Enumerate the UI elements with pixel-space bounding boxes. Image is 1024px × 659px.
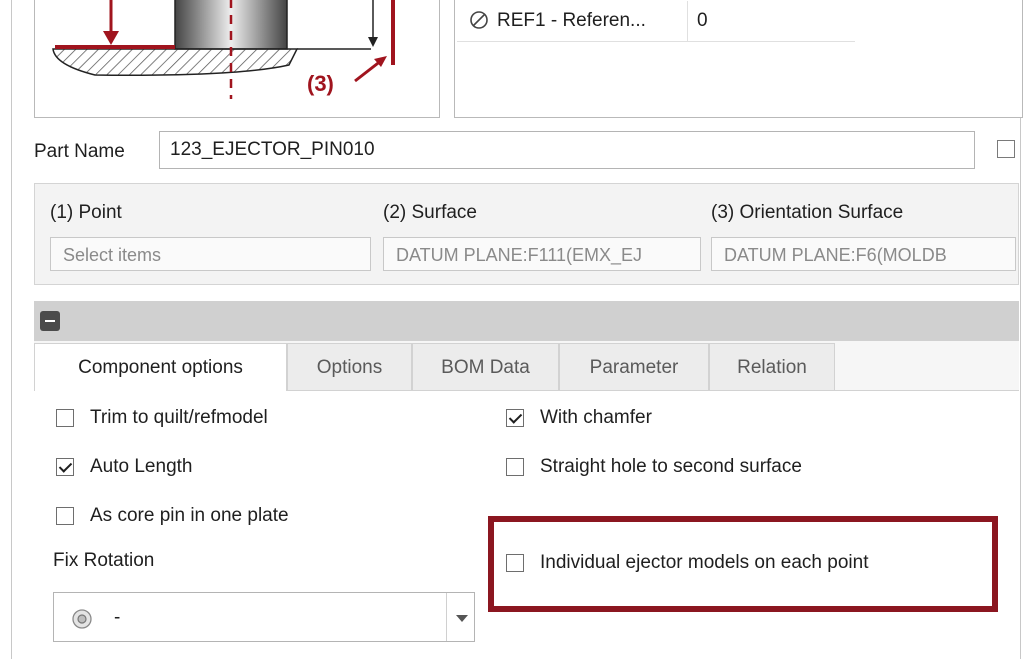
straight-hole-option[interactable]: Straight hole to second surface [506,456,802,478]
point-label: (1) Point [50,202,122,223]
with-chamfer-checkbox[interactable] [506,409,524,427]
tab-bom-data[interactable]: BOM Data [412,343,559,391]
trim-to-quilt-checkbox[interactable] [56,409,74,427]
window-left-border [11,0,12,659]
collapse-icon[interactable] [40,311,60,331]
column-divider [687,1,688,41]
chevron-down-icon[interactable] [456,615,468,622]
core-pin-checkbox[interactable] [56,507,74,525]
auto-length-checkbox[interactable] [56,458,74,476]
tab-relation[interactable]: Relation [709,343,835,391]
tab-parameter[interactable]: Parameter [559,343,709,391]
straight-hole-label: Straight hole to second surface [540,456,802,477]
auto-length-option[interactable]: Auto Length [56,456,192,478]
reference-selection-group: (1) Point (2) Surface (3) Orientation Su… [34,183,1019,285]
core-pin-option[interactable]: As core pin in one plate [56,505,289,527]
surface-collector[interactable]: DATUM PLANE:F111(EMX_EJ [383,237,701,271]
rotation-marker-icon [72,609,92,629]
straight-hole-checkbox[interactable] [506,458,524,476]
tab-component-options[interactable]: Component options [34,343,287,392]
options-section-header [34,301,1019,341]
with-chamfer-option[interactable]: With chamfer [506,407,652,429]
callout-3-label: (3) [307,71,334,96]
orientation-surface-label: (3) Orientation Surface [711,202,904,223]
fix-rotation-dropdown[interactable]: - [53,592,475,642]
dropdown-divider [446,593,447,641]
part-name-label: Part Name [34,141,125,162]
fix-rotation-label: Fix Rotation [53,550,155,571]
surface-label: (2) Surface [383,202,477,223]
highlight-annotation-box [488,516,998,612]
trim-to-quilt-option[interactable]: Trim to quilt/refmodel [56,407,268,429]
reference-name: REF1 - Referen... [497,10,646,31]
reference-value: 0 [697,10,708,31]
orientation-surface-collector[interactable]: DATUM PLANE:F6(MOLDB [711,237,1016,271]
ejector-preview-image: (3) [34,0,440,118]
part-name-input[interactable] [159,131,975,169]
reference-row[interactable]: REF1 - Referen... 0 [457,1,855,42]
with-chamfer-label: With chamfer [540,407,652,428]
auto-length-label: Auto Length [90,456,193,477]
point-collector[interactable]: Select items [50,237,371,271]
core-pin-label: As core pin in one plate [90,505,289,526]
reference-table: REF1 - Referen... 0 [454,0,1023,118]
not-allowed-icon [470,11,488,29]
trim-to-quilt-label: Trim to quilt/refmodel [90,407,268,428]
fix-rotation-value: - [114,607,121,628]
tab-options[interactable]: Options [287,343,412,391]
part-name-checkbox[interactable] [997,140,1015,158]
